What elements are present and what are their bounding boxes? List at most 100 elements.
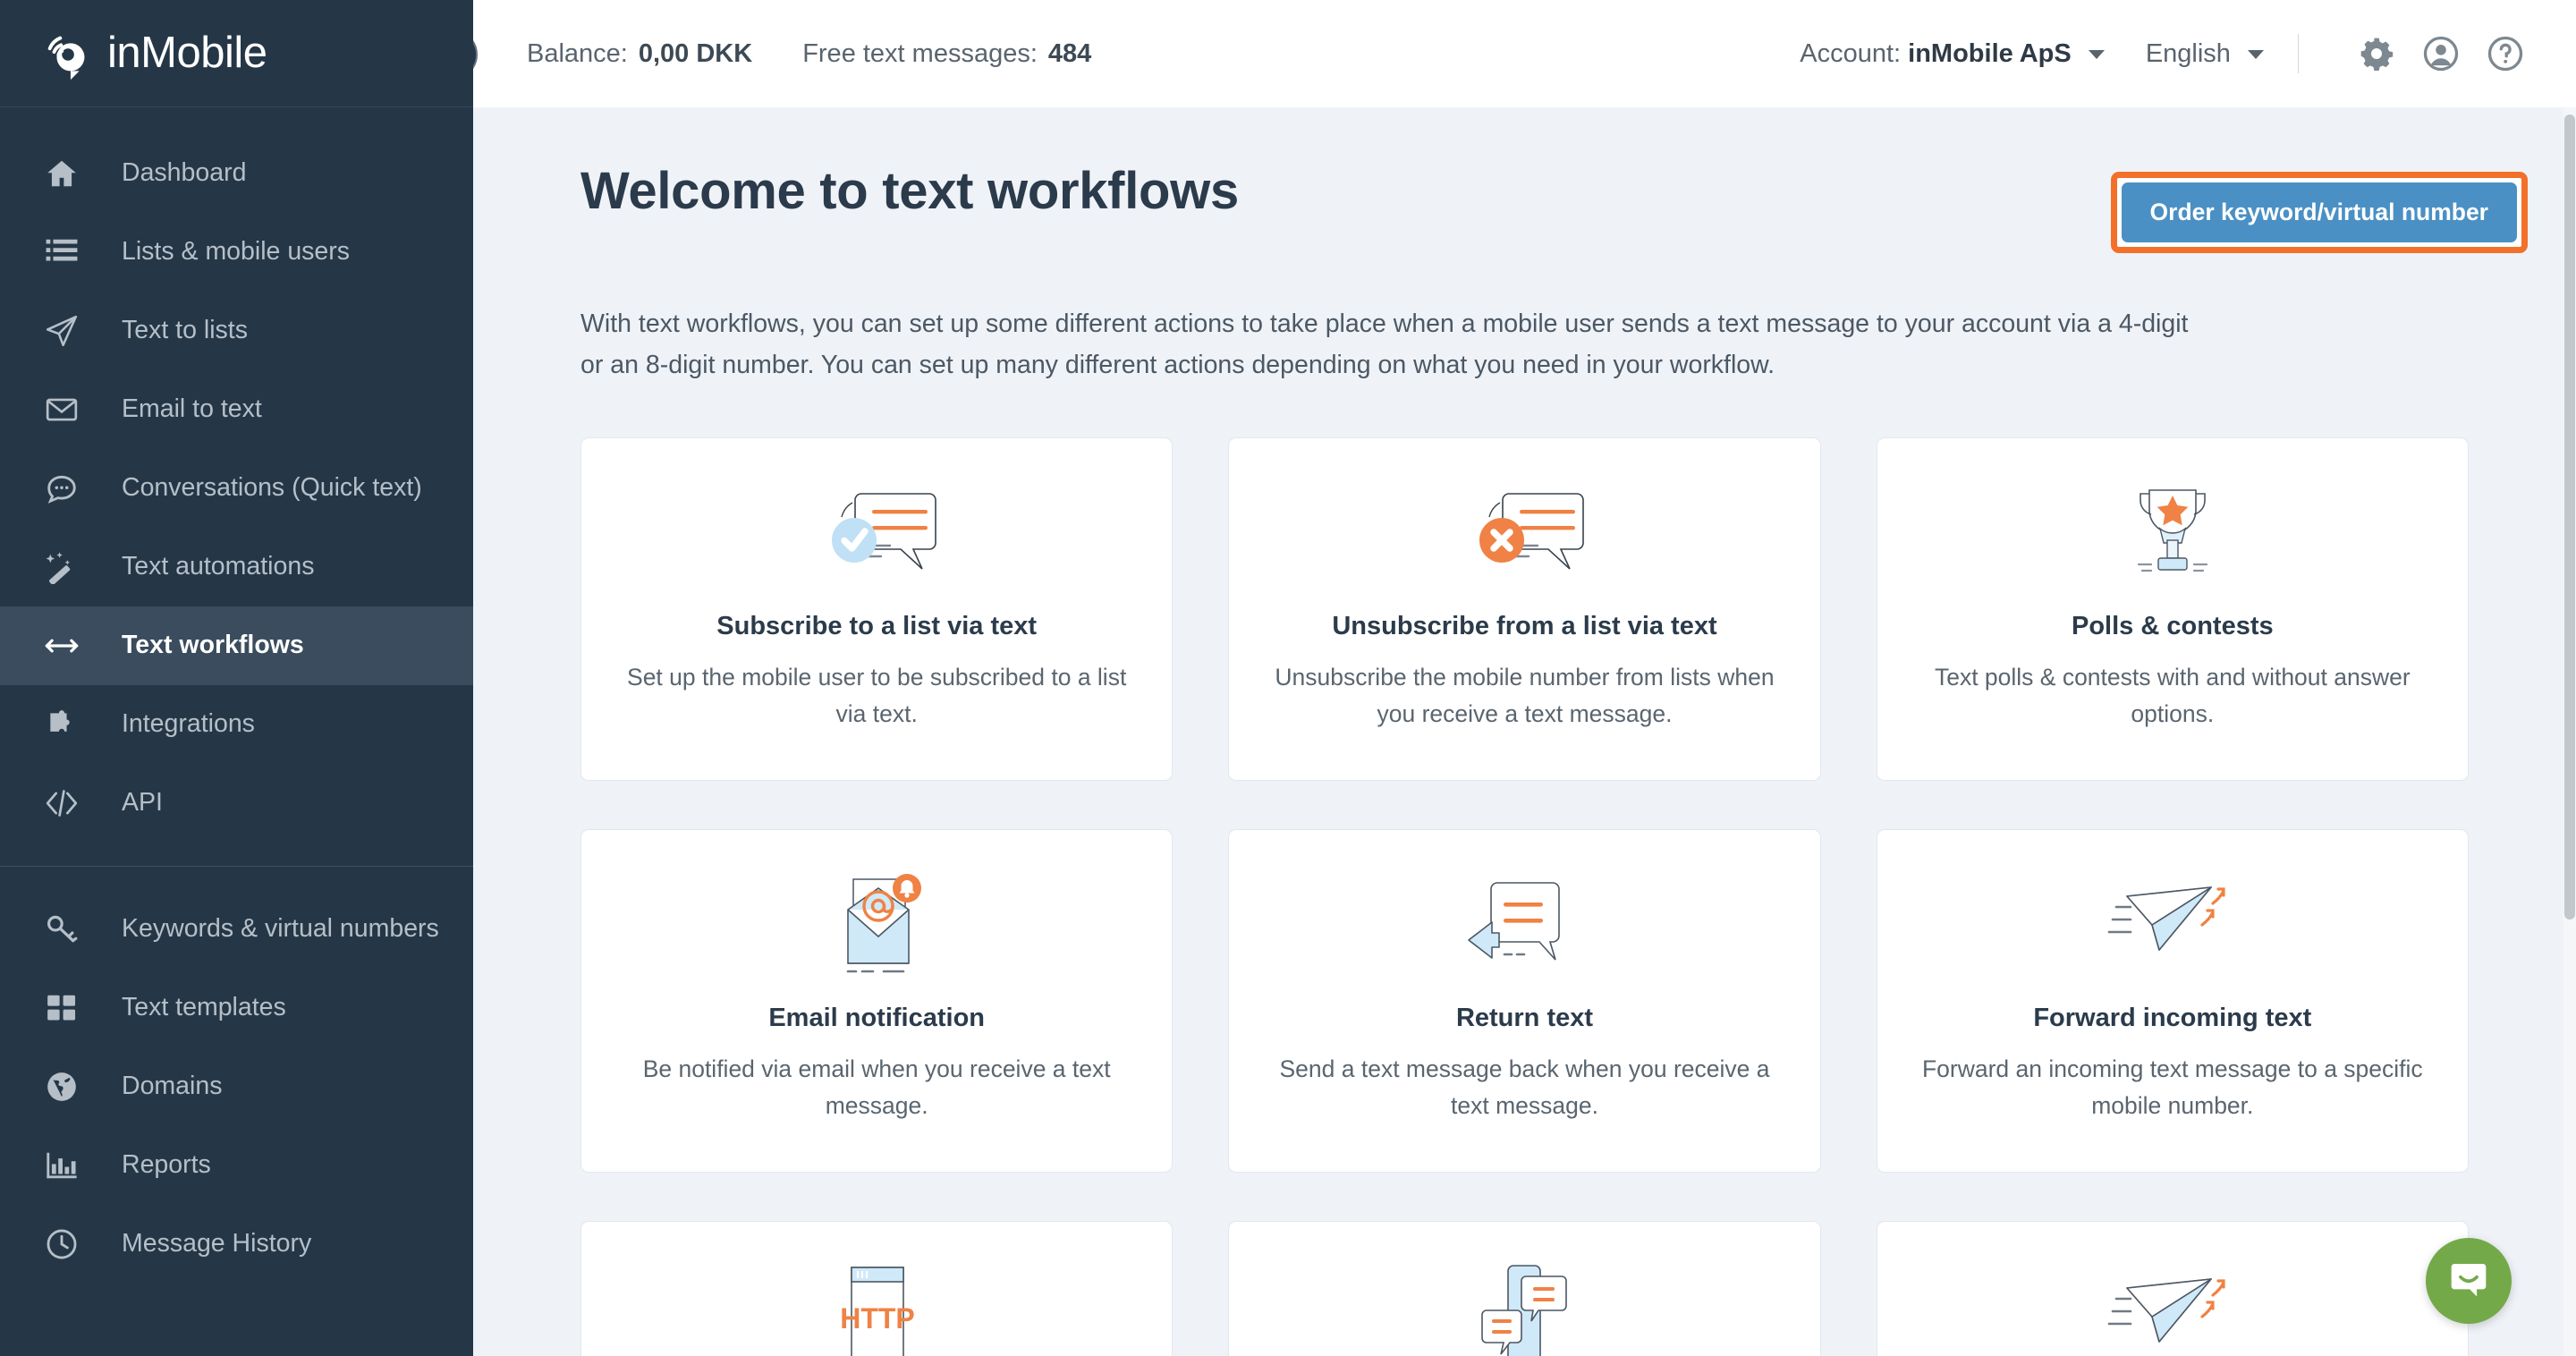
topbar-divider [2298,34,2299,73]
sidebar-item-label: Domains [122,1072,223,1101]
sidebar-item-reports[interactable]: Reports [0,1126,473,1205]
sidebar-item-label: Text to lists [122,316,248,345]
sidebar-collapse-button[interactable] [473,30,478,80]
gear-icon[interactable] [2356,33,2397,74]
workflow-card-email-notification[interactable]: Email notification Be notified via email… [580,829,1174,1174]
sidebar-item-conversations[interactable]: Conversations (Quick text) [0,449,473,528]
sidebar-item-label: Dashboard [122,158,247,188]
card-title: Return text [1455,1004,1594,1033]
chevron-down-icon [2088,49,2105,59]
sidebar-item-email-to-text[interactable]: Email to text [0,370,473,449]
sidebar-item-dashboard[interactable]: Dashboard [0,134,473,213]
svg-text:HTTP: HTTP [840,1302,915,1335]
sidebar-item-text-templates[interactable]: Text templates [0,969,473,1047]
reply-arrow-chat-icon [1462,864,1587,987]
clock-icon [41,1227,82,1261]
forward-paper-plane-icon [2106,864,2240,987]
bar-chart-icon [41,1148,82,1182]
card-description: Forward an incoming text message to a sp… [1921,1055,2423,1119]
puzzle-piece-icon [41,708,82,742]
workflow-card-polls-contests[interactable]: Polls & contests Text polls & contests w… [1876,437,2469,782]
sidebar: inMobile Dashboard Lists & mobile users [0,0,473,1356]
sidebar-item-text-workflows[interactable]: Text workflows [0,606,473,685]
envelope-icon [41,393,82,427]
free-messages-label: Free text messages: [802,38,1038,68]
account-label: Account: [1800,38,1902,68]
card-description: Unsubscribe the mobile number from lists… [1275,664,1775,727]
trophy-star-icon [2119,472,2226,596]
order-keyword-virtual-number-button[interactable]: Order keyword/virtual number [2121,182,2517,242]
workflow-card-grid: Subscribe to a list via text Set up the … [473,437,2576,1356]
email-at-bell-icon [818,864,936,987]
sidebar-item-label: Reports [122,1150,211,1180]
content-scroll-area: Welcome to text workflows Order keyword/… [473,107,2576,1356]
page-header: Welcome to text workflows Order keyword/… [473,163,2576,253]
app-root: inMobile Dashboard Lists & mobile users [0,0,2576,1356]
magic-wand-icon [41,550,82,584]
card-title: Email notification [768,1004,985,1033]
topbar: Balance: 0,00 DKK Free text messages: 48… [473,0,2576,107]
inmobile-logo-icon [41,26,97,81]
sidebar-item-domains[interactable]: Domains [0,1047,473,1126]
topbar-right-group: Account: inMobile ApS English [1800,33,2526,74]
page-title: Welcome to text workflows [580,162,1239,220]
workflow-card-unsubscribe[interactable]: Unsubscribe from a list via text Unsubsc… [1228,437,1821,782]
workflow-card-two-chats[interactable] [1228,1221,1821,1356]
subscribe-check-chat-icon [809,472,944,596]
workflow-card-return-text[interactable]: Return text Send a text message back whe… [1228,829,1821,1174]
language-value: English [2145,38,2231,68]
card-title: Polls & contests [2072,612,2274,641]
sidebar-item-keywords-virtual-numbers[interactable]: Keywords & virtual numbers [0,890,473,969]
chevron-down-icon [2248,49,2264,59]
code-icon [41,786,82,820]
sidebar-item-lists-mobile-users[interactable]: Lists & mobile users [0,213,473,292]
sidebar-item-label: Message History [122,1229,312,1259]
sidebar-item-label: Text workflows [122,631,304,660]
sidebar-item-label: Email to text [122,394,262,424]
card-description: Set up the mobile user to be subscribed … [627,664,1127,727]
user-circle-icon[interactable] [2420,33,2462,74]
two-chat-bubbles-icon [1474,1256,1574,1356]
paper-plane-icon [41,314,82,348]
sidebar-item-text-automations[interactable]: Text automations [0,528,473,606]
sidebar-item-integrations[interactable]: Integrations [0,685,473,764]
forward-paper-plane-icon [2106,1256,2240,1356]
arrows-horizontal-icon [41,628,82,664]
sidebar-item-label: Conversations (Quick text) [122,473,422,503]
sidebar-item-message-history[interactable]: Message History [0,1205,473,1284]
sidebar-item-label: API [122,788,163,818]
workflow-card-subscribe[interactable]: Subscribe to a list via text Set up the … [580,437,1174,782]
list-icon [41,235,82,269]
main-area: Balance: 0,00 DKK Free text messages: 48… [473,0,2576,1356]
sidebar-item-label: Lists & mobile users [122,237,351,267]
card-description: Send a text message back when you receiv… [1279,1055,1770,1119]
brand[interactable]: inMobile [0,0,473,107]
help-circle-icon[interactable] [2485,33,2526,74]
workflow-card-forward-2[interactable] [1876,1221,2469,1356]
page-intro-text: With text workflows, you can set up some… [580,309,2189,380]
order-button-highlight: Order keyword/virtual number [2110,172,2528,253]
unsubscribe-x-chat-icon [1457,472,1591,596]
sidebar-item-text-to-lists[interactable]: Text to lists [0,292,473,370]
key-icon [41,912,82,946]
sidebar-item-api[interactable]: API [0,764,473,843]
home-icon [41,157,82,191]
workflow-card-http[interactable]: HTTP [580,1221,1174,1356]
main-scrollbar-thumb[interactable] [2564,114,2575,920]
card-description: Be notified via email when you receive a… [642,1055,1111,1119]
content-inner: Welcome to text workflows Order keyword/… [473,107,2576,1356]
card-title: Subscribe to a list via text [716,612,1038,641]
balance-value: 0,00 DKK [638,38,753,68]
language-selector[interactable]: English [2146,39,2264,69]
topbar-balance-group: Balance: 0,00 DKK Free text messages: 48… [527,39,1091,69]
sidebar-item-label: Integrations [122,709,255,739]
account-selector[interactable]: Account: inMobile ApS [1800,39,2105,69]
brand-name: inMobile [107,29,267,77]
card-title: Forward incoming text [2033,1004,2312,1033]
workflow-card-forward-incoming-text[interactable]: Forward incoming text Forward an incomin… [1876,829,2469,1174]
free-messages-value: 484 [1047,38,1092,68]
intercom-launcher-button[interactable] [2426,1238,2512,1324]
sidebar-nav: Dashboard Lists & mobile users Text to l… [0,107,473,1284]
sidebar-item-label: Text templates [122,993,286,1022]
globe-icon [41,1070,82,1104]
